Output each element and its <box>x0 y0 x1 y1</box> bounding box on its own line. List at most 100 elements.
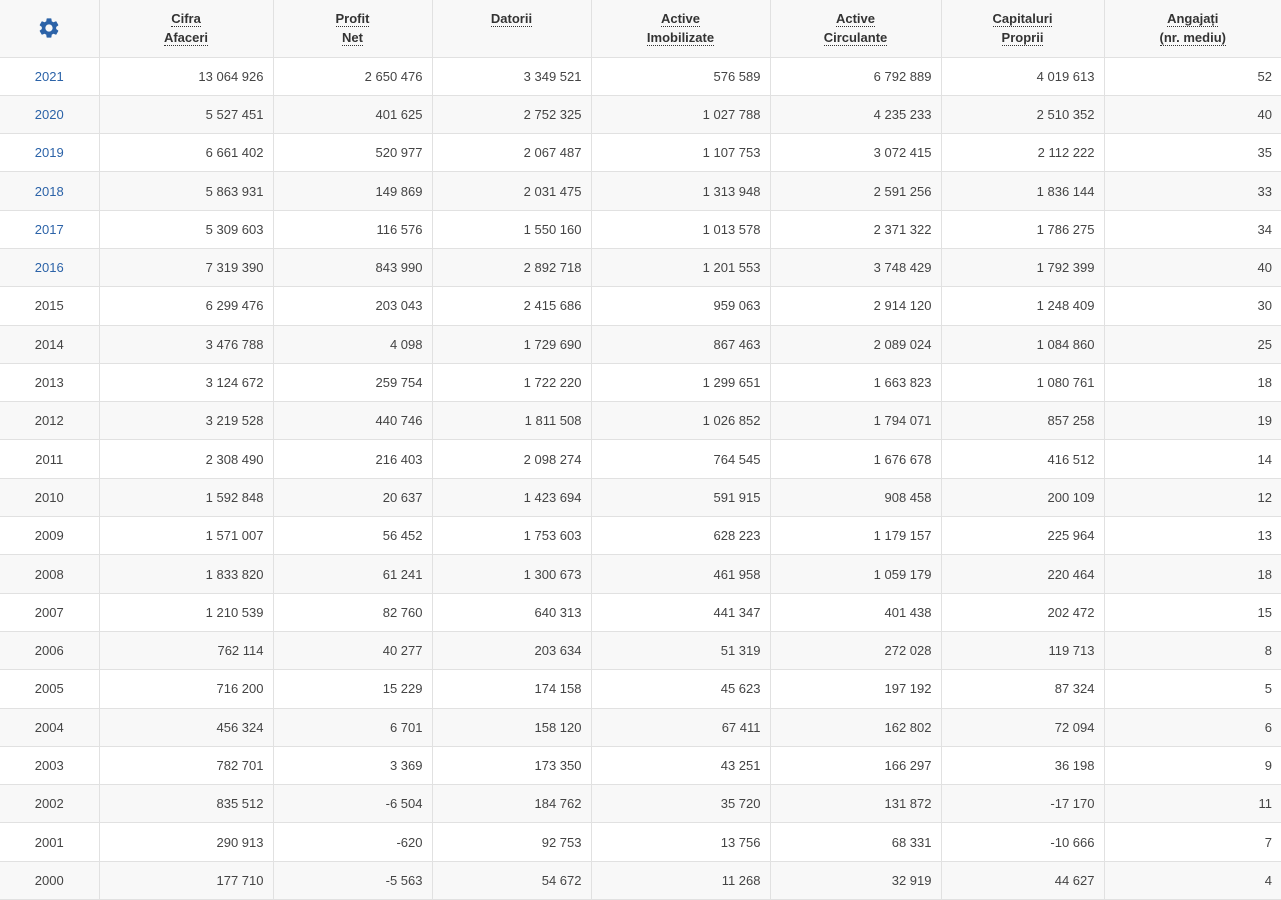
value-cell: 5 <box>1103 669 1281 709</box>
value-cell: 6 701 <box>272 707 433 747</box>
year-link[interactable]: 2019 <box>35 145 64 160</box>
column-header[interactable]: Cifra Afaceri <box>98 0 274 58</box>
year-cell[interactable]: 2016 <box>0 247 100 288</box>
value-cell: 6 <box>1103 707 1281 747</box>
value-cell: 162 802 <box>769 707 942 747</box>
column-header[interactable]: Active Imobilizate <box>590 0 771 58</box>
value-cell: -620 <box>272 822 433 862</box>
value-cell: 1 571 007 <box>98 516 274 556</box>
value-cell: 3 748 429 <box>769 247 942 288</box>
value-cell: 461 958 <box>590 554 771 594</box>
column-header[interactable]: Angajați (nr. mediu) <box>1103 0 1281 58</box>
value-cell: 173 350 <box>431 745 592 786</box>
value-cell: 2 371 322 <box>769 209 942 249</box>
table-row: 2010 1 592 848 20 637 1 423 694 591 915 908 4… <box>0 477 1281 518</box>
table-row: 2013 3 124 672 259 754 1 722 220 1 299 651 1 … <box>0 362 1281 403</box>
table-row: 2007 1 210 539 82 760 640 313 441 347 401 438… <box>0 592 1281 632</box>
value-cell: -5 563 <box>272 860 433 900</box>
year-label: 2006 <box>34 643 64 659</box>
year-cell[interactable]: 2019 <box>0 133 100 173</box>
settings-header-cell[interactable] <box>0 0 100 58</box>
column-header-line1: Cifra <box>171 11 201 27</box>
table-row: 2020 5 527 451 401 625 2 752 325 1 027 788 4 … <box>0 94 1281 135</box>
value-cell: 1 794 071 <box>769 401 942 441</box>
value-cell: 1 107 753 <box>590 133 771 173</box>
table-row: 2014 3 476 788 4 098 1 729 690 867 463 2 089 … <box>0 324 1281 364</box>
table-row: 2005 716 200 15 229 174 158 45 623 197 192 87 … <box>0 669 1281 709</box>
value-cell: 13 756 <box>590 822 771 862</box>
value-cell: 628 223 <box>590 516 771 556</box>
column-header-line2: Imobilizate <box>646 30 715 46</box>
value-cell: 576 589 <box>590 56 771 96</box>
value-cell: 40 <box>1103 94 1281 135</box>
value-cell: 203 043 <box>272 286 433 326</box>
column-header-line1: Profit <box>335 11 370 27</box>
value-cell: 2 591 256 <box>769 171 942 211</box>
value-cell: 4 235 233 <box>769 94 942 135</box>
value-cell: 11 268 <box>590 860 771 900</box>
value-cell: 416 512 <box>940 439 1105 479</box>
value-cell: 72 094 <box>940 707 1105 747</box>
value-cell: 18 <box>1103 362 1281 403</box>
value-cell: 174 158 <box>431 669 592 709</box>
year-label: 2009 <box>34 528 64 544</box>
financial-history-table: Cifra Afaceri Profit Net Datorii Active Imobil… <box>0 0 1281 900</box>
year-label: 2000 <box>34 872 64 888</box>
value-cell: 762 114 <box>98 630 274 671</box>
year-cell: 2005 <box>0 669 100 709</box>
value-cell: 1 210 539 <box>98 592 274 632</box>
value-cell: 56 452 <box>272 516 433 556</box>
value-cell: 1 729 690 <box>431 324 592 364</box>
table-row: 2004 456 324 6 701 158 120 67 411 162 802 72 0… <box>0 707 1281 747</box>
header-row: Cifra Afaceri Profit Net Datorii Active Imobil… <box>0 0 1281 58</box>
column-header[interactable]: Capitaluri Proprii <box>940 0 1105 58</box>
value-cell: 203 634 <box>431 630 592 671</box>
value-cell: 857 258 <box>940 401 1105 441</box>
year-cell[interactable]: 2017 <box>0 209 100 249</box>
value-cell: 200 109 <box>940 477 1105 518</box>
value-cell: 40 277 <box>272 630 433 671</box>
year-link[interactable]: 2018 <box>35 184 64 199</box>
column-header[interactable]: Datorii <box>431 0 592 58</box>
value-cell: 35 <box>1103 133 1281 173</box>
table-body: 2021 13 064 926 2 650 476 3 349 521 576 589 6… <box>0 56 1281 900</box>
value-cell: 1 084 860 <box>940 324 1105 364</box>
value-cell: 7 <box>1103 822 1281 862</box>
value-cell: 259 754 <box>272 362 433 403</box>
value-cell: 401 625 <box>272 94 433 135</box>
value-cell: 6 661 402 <box>98 133 274 173</box>
gear-icon[interactable] <box>9 16 90 40</box>
year-link[interactable]: 2021 <box>35 69 64 84</box>
value-cell: 3 072 415 <box>769 133 942 173</box>
year-cell[interactable]: 2021 <box>0 56 100 96</box>
column-header-line1: Angajați <box>1167 11 1219 27</box>
value-cell: 119 713 <box>940 630 1105 671</box>
year-link[interactable]: 2020 <box>35 107 64 122</box>
year-cell: 2001 <box>0 822 100 862</box>
value-cell: 14 <box>1103 439 1281 479</box>
value-cell: 2 098 274 <box>431 439 592 479</box>
value-cell: 9 <box>1103 745 1281 786</box>
year-cell[interactable]: 2018 <box>0 171 100 211</box>
value-cell: 1 811 508 <box>431 401 592 441</box>
year-link[interactable]: 2017 <box>35 222 64 237</box>
value-cell: 441 347 <box>590 592 771 632</box>
value-cell: 43 251 <box>590 745 771 786</box>
column-header[interactable]: Profit Net <box>272 0 433 58</box>
year-link[interactable]: 2016 <box>35 260 64 275</box>
value-cell: 640 313 <box>431 592 592 632</box>
year-cell: 2007 <box>0 592 100 632</box>
value-cell: 2 892 718 <box>431 247 592 288</box>
column-header-line2: Circulante <box>823 30 888 46</box>
value-cell: 177 710 <box>98 860 274 900</box>
year-cell: 2002 <box>0 784 100 824</box>
value-cell: 843 990 <box>272 247 433 288</box>
table-row: 2016 7 319 390 843 990 2 892 718 1 201 553 3 … <box>0 247 1281 288</box>
value-cell: 4 <box>1103 860 1281 900</box>
value-cell: 92 753 <box>431 822 592 862</box>
value-cell: 61 241 <box>272 554 433 594</box>
year-cell[interactable]: 2020 <box>0 94 100 135</box>
value-cell: -6 504 <box>272 784 433 824</box>
column-header[interactable]: Active Circulante <box>769 0 942 58</box>
table-row: 2003 782 701 3 369 173 350 43 251 166 297 36 1… <box>0 745 1281 786</box>
